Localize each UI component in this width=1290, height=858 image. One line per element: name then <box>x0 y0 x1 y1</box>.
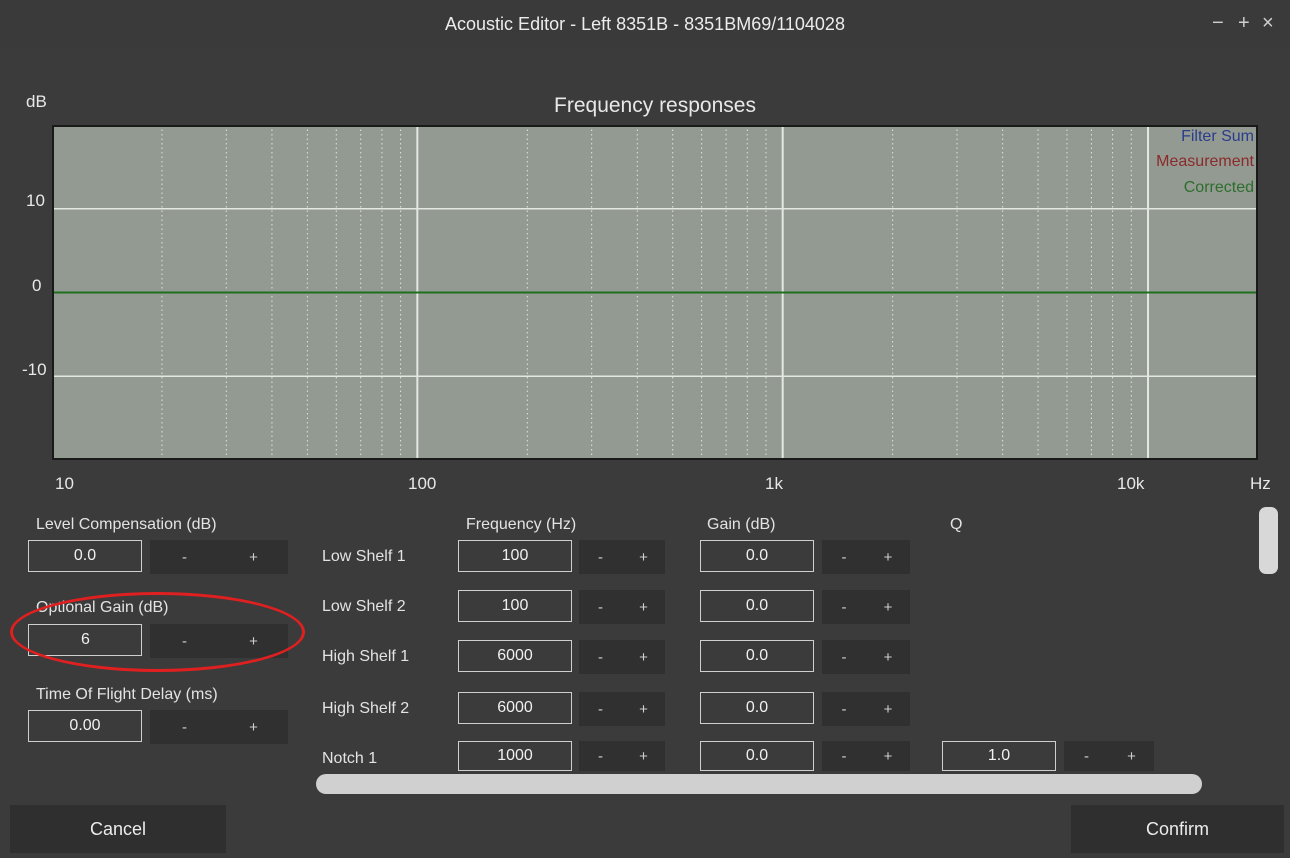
frequency-input[interactable]: 1000 <box>458 741 572 771</box>
gain-stepper: - + <box>822 692 910 726</box>
gain-input[interactable]: 0.0 <box>700 640 814 672</box>
title-bar[interactable]: Acoustic Editor - Left 8351B - 8351BM69/… <box>0 0 1290 48</box>
time-of-flight-delay-label: Time Of Flight Delay (ms) <box>36 686 218 703</box>
legend-filter-sum: Filter Sum <box>1181 128 1254 145</box>
gain-increment-button[interactable]: + <box>866 590 910 624</box>
q-decrement-button[interactable]: - <box>1064 741 1109 771</box>
minimize-icon[interactable]: − <box>1212 12 1224 35</box>
level-compensation-stepper: - + <box>150 540 288 574</box>
time-of-flight-delay-input[interactable]: 0.00 <box>28 710 142 742</box>
frequency-decrement-button[interactable]: - <box>579 640 622 674</box>
gain-decrement-button[interactable]: - <box>822 640 866 674</box>
optional-gain-input[interactable]: 6 <box>28 624 142 656</box>
gain-increment-button[interactable]: + <box>866 692 910 726</box>
frequency-decrement-button[interactable]: - <box>579 590 622 624</box>
frequency-decrement-button[interactable]: - <box>579 692 622 726</box>
filter-row-label: High Shelf 2 <box>322 700 410 717</box>
frequency-input[interactable]: 6000 <box>458 692 572 724</box>
level-compensation-decrement-button[interactable]: - <box>150 540 219 574</box>
q-stepper: - + <box>1064 741 1154 771</box>
frequency-stepper: - + <box>579 692 665 726</box>
frequency-decrement-button[interactable]: - <box>579 741 622 771</box>
gain-increment-button[interactable]: + <box>866 540 910 574</box>
y-axis-label: dB <box>26 92 47 111</box>
frequency-decrement-button[interactable]: - <box>579 540 622 574</box>
filter-row-label: Low Shelf 2 <box>322 598 406 615</box>
q-column-header: Q <box>950 516 963 533</box>
gain-increment-button[interactable]: + <box>866 640 910 674</box>
gain-decrement-button[interactable]: - <box>822 741 866 771</box>
optional-gain-label: Optional Gain (dB) <box>36 599 169 616</box>
q-input[interactable]: 1.0 <box>942 741 1056 771</box>
gain-decrement-button[interactable]: - <box>822 590 866 624</box>
gain-increment-button[interactable]: + <box>866 741 910 771</box>
filter-row-label: High Shelf 1 <box>322 648 410 665</box>
gain-stepper: - + <box>822 540 910 574</box>
gain-input[interactable]: 0.0 <box>700 692 814 724</box>
frequency-increment-button[interactable]: + <box>622 741 665 771</box>
gain-stepper: - + <box>822 640 910 674</box>
optional-gain-stepper: - + <box>150 624 288 658</box>
gain-input[interactable]: 0.0 <box>700 741 814 771</box>
gain-stepper: - + <box>822 590 910 624</box>
frequency-increment-button[interactable]: + <box>622 640 665 674</box>
frequency-input[interactable]: 100 <box>458 540 572 572</box>
gain-input[interactable]: 0.0 <box>700 540 814 572</box>
frequency-stepper: - + <box>579 640 665 674</box>
chart-title: Frequency responses <box>554 94 756 117</box>
frequency-increment-button[interactable]: + <box>622 590 665 624</box>
optional-gain-decrement-button[interactable]: - <box>150 624 219 658</box>
legend-measurement: Measurement <box>1156 153 1254 170</box>
legend-corrected: Corrected <box>1183 179 1254 196</box>
frequency-input[interactable]: 6000 <box>458 640 572 672</box>
horizontal-scrollbar[interactable] <box>316 774 1202 794</box>
frequency-column-header: Frequency (Hz) <box>466 516 577 533</box>
acoustic-editor-window: Acoustic Editor - Left 8351B - 8351BM69/… <box>0 0 1290 858</box>
gain-decrement-button[interactable]: - <box>822 692 866 726</box>
gain-input[interactable]: 0.0 <box>700 590 814 622</box>
x-tick-label: 10k <box>1117 474 1145 493</box>
level-compensation-input[interactable]: 0.0 <box>28 540 142 572</box>
x-tick-label: 10 <box>55 474 74 493</box>
x-axis-label: Hz <box>1250 474 1271 493</box>
x-tick-label: 1k <box>765 474 783 493</box>
frequency-stepper: - + <box>579 540 665 574</box>
cancel-button[interactable]: Cancel <box>10 805 226 853</box>
frequency-increment-button[interactable]: + <box>622 540 665 574</box>
y-tick-label: 0 <box>32 276 42 295</box>
level-compensation-label: Level Compensation (dB) <box>36 516 217 533</box>
level-compensation-increment-button[interactable]: + <box>219 540 288 574</box>
q-increment-button[interactable]: + <box>1109 741 1154 771</box>
frequency-stepper: - + <box>579 590 665 624</box>
frequency-input[interactable]: 100 <box>458 590 572 622</box>
y-tick-label: 10 <box>26 191 45 210</box>
x-tick-label: 100 <box>408 474 437 493</box>
y-tick-label: -10 <box>22 360 47 379</box>
window-title: Acoustic Editor - Left 8351B - 8351BM69/… <box>445 14 845 34</box>
gain-stepper: - + <box>822 741 910 771</box>
frequency-response-plot[interactable] <box>52 125 1258 460</box>
maximize-icon[interactable]: + <box>1238 12 1250 35</box>
confirm-button[interactable]: Confirm <box>1071 805 1284 853</box>
frequency-stepper: - + <box>579 741 665 771</box>
close-icon[interactable]: × <box>1262 12 1274 35</box>
vertical-scrollbar[interactable] <box>1259 507 1278 574</box>
frequency-increment-button[interactable]: + <box>622 692 665 726</box>
optional-gain-increment-button[interactable]: + <box>219 624 288 658</box>
gain-column-header: Gain (dB) <box>707 516 776 533</box>
time-of-flight-delay-decrement-button[interactable]: - <box>150 710 219 744</box>
filter-row-label: Low Shelf 1 <box>322 548 406 565</box>
time-of-flight-delay-increment-button[interactable]: + <box>219 710 288 744</box>
gain-decrement-button[interactable]: - <box>822 540 866 574</box>
filter-row-label: Notch 1 <box>322 750 378 767</box>
time-of-flight-delay-stepper: - + <box>150 710 288 744</box>
